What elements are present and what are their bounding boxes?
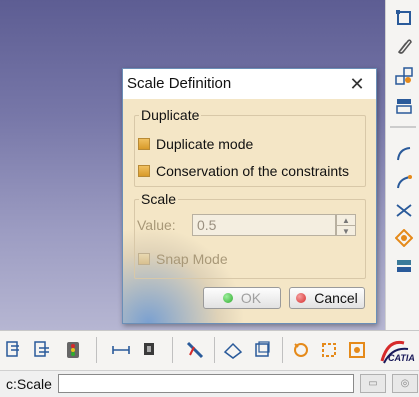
orange-constraint-icon[interactable]: [290, 339, 312, 361]
dialog-title: Scale Definition: [127, 75, 232, 92]
paperclip-icon[interactable]: [394, 36, 414, 56]
toolbar-separator: [214, 337, 215, 363]
orange-constraint-2-icon[interactable]: [318, 339, 340, 361]
stack-icon[interactable]: [394, 96, 414, 116]
value-input[interactable]: 0.5: [192, 214, 336, 236]
catia-logo-text: CATIA: [388, 353, 415, 363]
close-icon: ✕: [349, 73, 365, 94]
ok-button-label: OK: [240, 290, 262, 306]
sketch-tool-icon[interactable]: [4, 339, 26, 361]
transform-icon[interactable]: [394, 66, 414, 86]
traffic-light-icon[interactable]: [62, 339, 84, 361]
value-spinner[interactable]: ▲ ▼: [336, 214, 356, 236]
checkbox-icon: [138, 253, 150, 265]
snap-mode-checkbox[interactable]: Snap Mode: [138, 251, 228, 267]
cancel-button-label: Cancel: [314, 290, 358, 306]
scale-definition-dialog: Scale Definition ✕ Duplicate Duplicate m…: [122, 68, 377, 324]
snap-mode-label: Snap Mode: [156, 251, 228, 267]
duplicate-mode-checkbox[interactable]: Duplicate mode: [138, 136, 253, 152]
cross-lines-icon[interactable]: [394, 200, 414, 220]
arc-icon-2[interactable]: [394, 172, 414, 192]
checkbox-icon: [138, 138, 150, 150]
ok-dot-icon: [222, 293, 233, 303]
status-bar: c:Scale ▭ ◎: [0, 370, 419, 397]
orange-shape-icon[interactable]: [394, 228, 414, 248]
status-button-2[interactable]: ◎: [392, 374, 418, 393]
conservation-constraints-checkbox[interactable]: Conservation of the constraints: [138, 163, 349, 179]
checkbox-icon: [138, 165, 150, 177]
duplicate-group-legend: Duplicate: [141, 107, 200, 123]
layers-icon[interactable]: [394, 256, 414, 276]
spin-up-icon[interactable]: ▲: [337, 215, 355, 226]
paint-icon[interactable]: [184, 339, 206, 361]
toolbar-separator: [282, 337, 283, 363]
command-input[interactable]: [58, 374, 354, 393]
duplicate-mode-label: Duplicate mode: [156, 136, 254, 152]
box-dropdown-icon[interactable]: [252, 339, 274, 361]
toolbar-separator: [96, 337, 97, 363]
arc-icon[interactable]: [394, 144, 414, 164]
grid-dropdown-icon[interactable]: [222, 339, 244, 361]
value-label: Value:: [137, 217, 176, 233]
right-toolbar: [385, 0, 419, 330]
toolbar-separator: [390, 126, 416, 128]
toolbar-separator: [172, 337, 173, 363]
close-button[interactable]: ✕: [338, 69, 376, 99]
spin-down-icon[interactable]: ▼: [337, 226, 355, 236]
frame-icon[interactable]: [394, 8, 414, 28]
pin-icon[interactable]: [138, 339, 160, 361]
dialog-titlebar[interactable]: Scale Definition ✕: [123, 69, 376, 99]
command-label: c:Scale: [6, 376, 52, 392]
sketch-tool-2-icon[interactable]: [32, 339, 54, 361]
orange-constraint-3-icon[interactable]: [346, 339, 368, 361]
conservation-label: Conservation of the constraints: [156, 163, 349, 179]
bottom-toolbar: CATIA: [0, 330, 419, 371]
dialog-body: Duplicate Duplicate mode Conservation of…: [123, 99, 376, 323]
measure-icon[interactable]: [110, 339, 132, 361]
cancel-button[interactable]: Cancel: [289, 287, 365, 309]
ok-button[interactable]: OK: [203, 287, 281, 309]
cancel-dot-icon: [296, 293, 307, 303]
status-button-1[interactable]: ▭: [360, 374, 386, 393]
